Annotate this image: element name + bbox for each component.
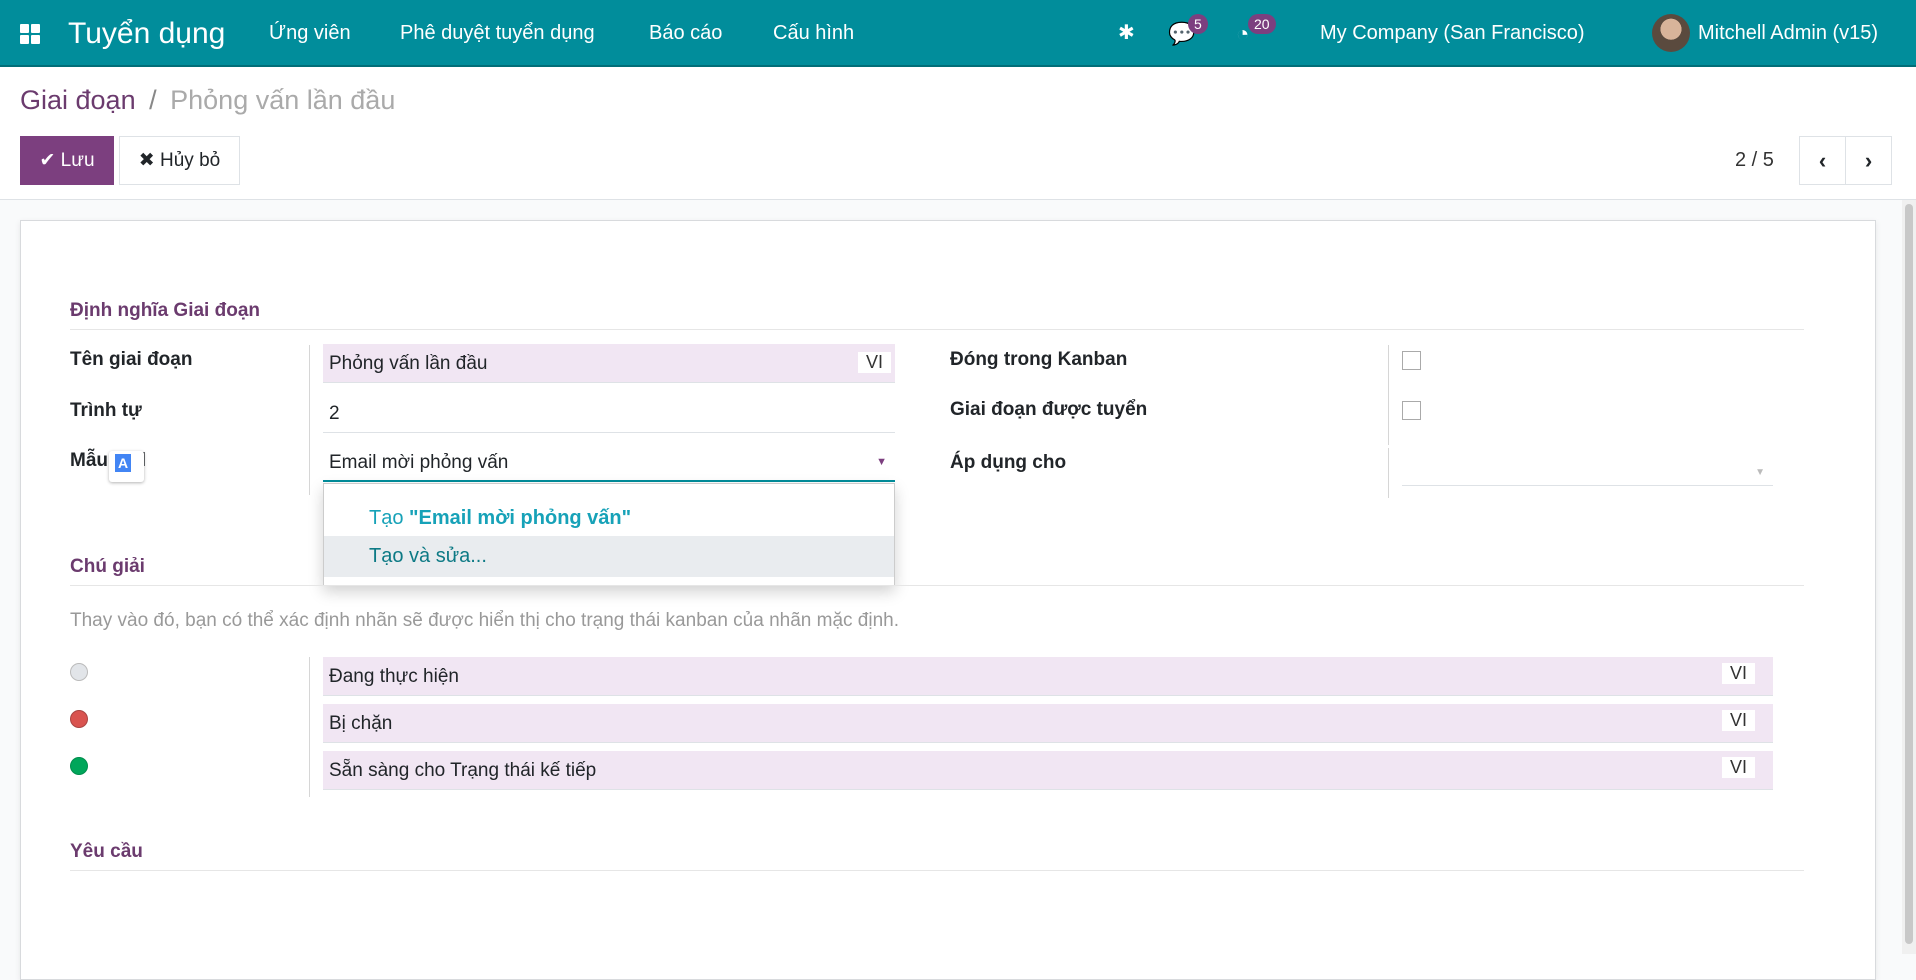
save-label: Lưu xyxy=(61,150,95,171)
avatar[interactable] xyxy=(1652,14,1690,52)
sequence-input[interactable]: 2 xyxy=(323,394,895,433)
breadcrumb-current: Phỏng vấn lần đầu xyxy=(170,85,395,115)
divider xyxy=(70,585,1804,586)
stage-name-label: Tên giai đoạn xyxy=(70,349,192,371)
activities-badge: 20 xyxy=(1248,14,1276,34)
legend-blocked-input[interactable]: Bị chặn xyxy=(323,704,1773,743)
email-template-value: Email mời phỏng vấn xyxy=(329,452,508,473)
control-panel: Giai đoạn / Phỏng vấn lần đầu ✔ Lưu ✖ Hủ… xyxy=(0,67,1916,200)
pager-next-button[interactable]: › xyxy=(1845,136,1892,185)
menu-configuration[interactable]: Cấu hình xyxy=(773,0,854,67)
form-sheet xyxy=(20,220,1876,980)
messages-badge: 5 xyxy=(1188,14,1208,34)
divider xyxy=(1388,448,1389,498)
legend-blocked-dot xyxy=(70,710,88,728)
hired-label: Giai đoạn được tuyển xyxy=(950,399,1147,421)
pager-value[interactable]: 2 / 5 xyxy=(1735,149,1774,172)
autocomplete-dropdown: Tạo "Email mời phỏng vấn" Tạo và sửa... xyxy=(323,483,895,586)
legend-done-input[interactable]: Sẵn sàng cho Trạng thái kế tiếp xyxy=(323,751,1773,790)
discard-label: Hủy bỏ xyxy=(160,150,220,171)
caret-down-icon: ▼ xyxy=(876,443,887,482)
section-title-definition: Định nghĩa Giai đoạn xyxy=(70,300,260,322)
divider xyxy=(309,657,310,797)
activities-clock-icon[interactable]: ◔ xyxy=(1236,0,1249,67)
breadcrumb-separator: / xyxy=(149,85,157,115)
apply-to-select[interactable]: ▼ xyxy=(1402,447,1773,486)
caret-down-icon: ▼ xyxy=(1755,453,1765,492)
user-menu[interactable]: Mitchell Admin (v15) xyxy=(1698,0,1878,67)
divider xyxy=(1388,345,1389,445)
email-template-select[interactable]: Email mời phỏng vấn ▼ xyxy=(323,443,895,482)
section-title-legend: Chú giải xyxy=(70,556,145,578)
menu-applicants[interactable]: Ứng viên xyxy=(269,0,351,67)
app-title[interactable]: Tuyển dụng xyxy=(68,0,225,67)
dropdown-create-edit-item[interactable]: Tạo và sửa... xyxy=(324,536,894,577)
pager-previous-button[interactable]: ‹ xyxy=(1799,136,1846,185)
stage-name-language-button[interactable]: VI xyxy=(858,352,891,373)
messages-icon[interactable]: 💬 xyxy=(1168,0,1195,67)
apps-menu-icon[interactable] xyxy=(20,24,40,44)
stage-name-input[interactable]: Phỏng vấn lần đầu xyxy=(323,344,895,383)
navbar: Tuyển dụng Ứng viên Phê duyệt tuyển dụng… xyxy=(0,0,1916,67)
check-icon: ✔ xyxy=(39,150,55,171)
menu-job-approval[interactable]: Phê duyệt tuyển dụng xyxy=(400,0,595,67)
sequence-label: Trình tự xyxy=(70,400,142,422)
divider xyxy=(70,329,1804,330)
legend-blocked-language-button[interactable]: VI xyxy=(1722,710,1755,731)
legend-help-text: Thay vào đó, bạn có thể xác định nhãn sẽ… xyxy=(70,610,899,632)
save-button[interactable]: ✔ Lưu xyxy=(20,136,114,185)
company-switcher[interactable]: My Company (San Francisco) xyxy=(1320,0,1585,67)
breadcrumb-parent[interactable]: Giai đoạn xyxy=(20,85,136,115)
divider xyxy=(70,870,1804,871)
legend-done-language-button[interactable]: VI xyxy=(1722,757,1755,778)
scrollbar[interactable] xyxy=(1902,200,1916,954)
fold-checkbox[interactable] xyxy=(1402,351,1421,370)
breadcrumb: Giai đoạn / Phỏng vấn lần đầu xyxy=(20,85,395,116)
dropdown-create-item[interactable]: Tạo "Email mời phỏng vấn" xyxy=(324,500,894,536)
legend-done-dot xyxy=(70,757,88,775)
legend-normal-language-button[interactable]: VI xyxy=(1722,663,1755,684)
legend-normal-input[interactable]: Đang thực hiện xyxy=(323,657,1773,696)
menu-reporting[interactable]: Báo cáo xyxy=(649,0,722,67)
divider xyxy=(309,345,310,495)
section-title-requirements: Yêu cầu xyxy=(70,841,143,863)
fold-label: Đóng trong Kanban xyxy=(950,349,1127,371)
translate-icon[interactable]: A xyxy=(109,451,144,482)
hired-checkbox[interactable] xyxy=(1402,401,1421,420)
close-icon: ✖ xyxy=(139,150,155,171)
discard-button[interactable]: ✖ Hủy bỏ xyxy=(119,136,240,185)
debug-bug-icon[interactable]: ✱ xyxy=(1118,0,1135,67)
legend-normal-dot xyxy=(70,663,88,681)
apply-label: Áp dụng cho xyxy=(950,452,1066,474)
